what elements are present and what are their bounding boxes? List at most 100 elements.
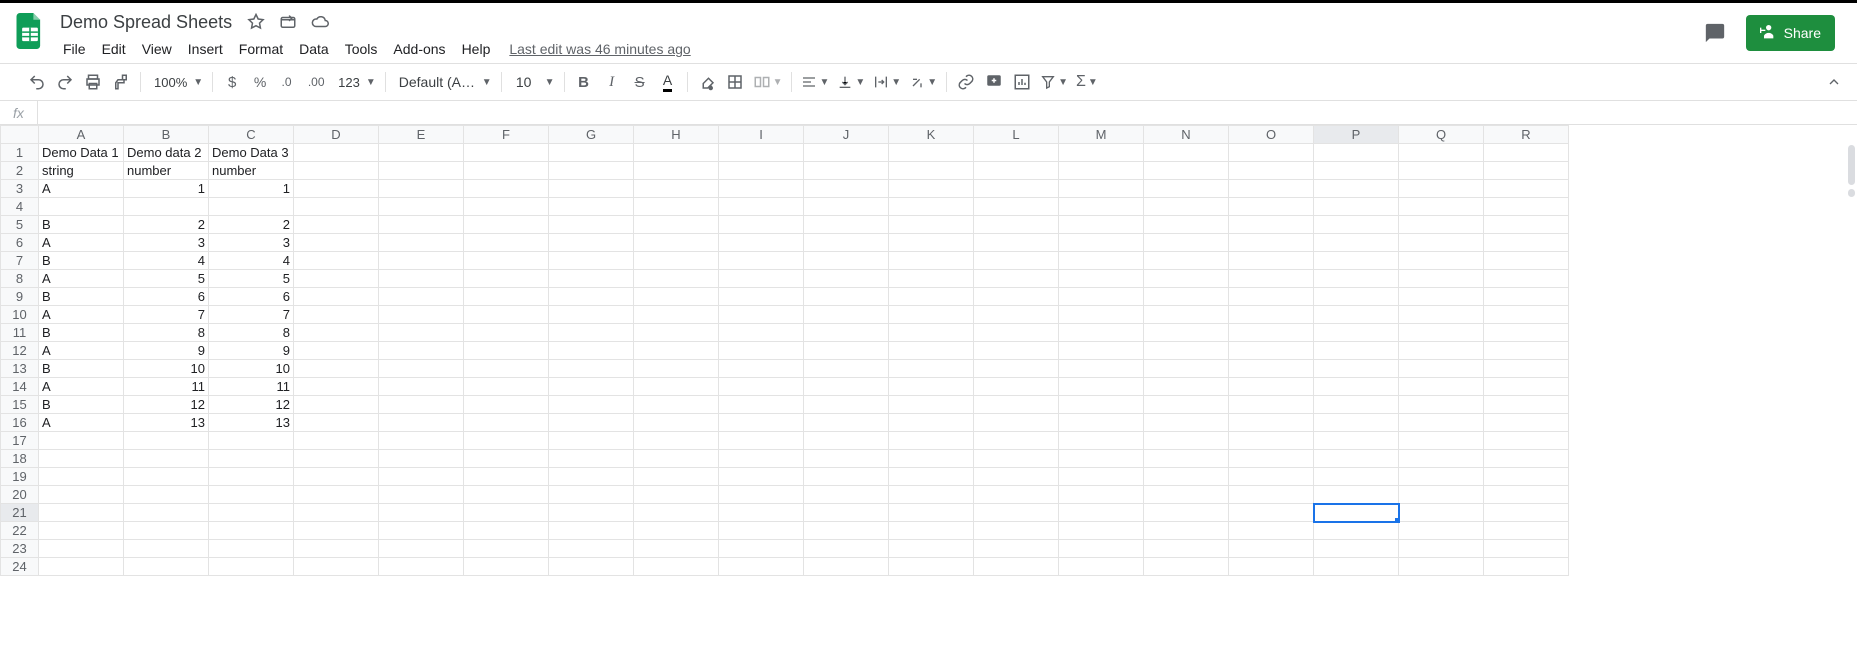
cell[interactable]	[1059, 396, 1144, 414]
cell[interactable]	[294, 540, 379, 558]
cell[interactable]	[1399, 234, 1484, 252]
column-header[interactable]: K	[889, 126, 974, 144]
cell[interactable]	[634, 450, 719, 468]
cell[interactable]	[1314, 180, 1399, 198]
cell[interactable]	[1484, 216, 1569, 234]
cell[interactable]	[974, 162, 1059, 180]
cell[interactable]	[1314, 414, 1399, 432]
cloud-status-icon[interactable]	[308, 10, 332, 34]
cell[interactable]	[634, 288, 719, 306]
cell[interactable]	[804, 306, 889, 324]
cell[interactable]	[1484, 414, 1569, 432]
redo-icon[interactable]	[52, 69, 78, 95]
cell[interactable]	[1484, 468, 1569, 486]
cell[interactable]: A	[39, 342, 124, 360]
cell[interactable]: 8	[209, 324, 294, 342]
cell[interactable]	[974, 198, 1059, 216]
cell[interactable]	[209, 450, 294, 468]
cell[interactable]	[39, 522, 124, 540]
cell[interactable]	[719, 378, 804, 396]
font-size-select[interactable]: 10▼	[508, 69, 558, 95]
cell[interactable]	[1229, 486, 1314, 504]
cell[interactable]	[1399, 324, 1484, 342]
cell[interactable]	[889, 144, 974, 162]
row-header[interactable]: 1	[1, 144, 39, 162]
cell[interactable]: 3	[124, 234, 209, 252]
cell[interactable]	[294, 486, 379, 504]
cell[interactable]: 8	[124, 324, 209, 342]
cell[interactable]	[974, 342, 1059, 360]
cell[interactable]	[1314, 540, 1399, 558]
cell[interactable]	[1399, 504, 1484, 522]
cell[interactable]	[124, 450, 209, 468]
cell[interactable]	[1144, 342, 1229, 360]
decrease-decimal-icon[interactable]: .0	[275, 69, 301, 95]
cell[interactable]	[1059, 504, 1144, 522]
row-header[interactable]: 3	[1, 180, 39, 198]
cell[interactable]	[549, 306, 634, 324]
cell[interactable]	[294, 558, 379, 576]
cell[interactable]	[1314, 378, 1399, 396]
cell[interactable]	[1229, 540, 1314, 558]
row-header[interactable]: 8	[1, 270, 39, 288]
row-header[interactable]: 20	[1, 486, 39, 504]
cell[interactable]	[1314, 432, 1399, 450]
cell[interactable]: 5	[209, 270, 294, 288]
cell[interactable]	[1399, 468, 1484, 486]
vertical-align-icon[interactable]: ▼	[834, 69, 868, 95]
cell[interactable]: Demo Data 3	[209, 144, 294, 162]
bold-icon[interactable]: B	[571, 69, 597, 95]
cell[interactable]	[1314, 288, 1399, 306]
format-currency-icon[interactable]: $	[219, 69, 245, 95]
cell[interactable]	[804, 342, 889, 360]
cell[interactable]: 10	[124, 360, 209, 378]
cell[interactable]	[719, 180, 804, 198]
collapse-toolbar-icon[interactable]	[1821, 69, 1847, 95]
cell[interactable]	[889, 486, 974, 504]
cell[interactable]	[719, 540, 804, 558]
cell[interactable]	[1229, 342, 1314, 360]
cell[interactable]	[294, 288, 379, 306]
cell[interactable]: 1	[209, 180, 294, 198]
cell[interactable]	[719, 306, 804, 324]
cell[interactable]	[634, 144, 719, 162]
cell[interactable]	[1229, 450, 1314, 468]
cell[interactable]	[549, 468, 634, 486]
cell[interactable]	[1229, 558, 1314, 576]
cell[interactable]	[1314, 216, 1399, 234]
font-select[interactable]: Default (Ari...▼	[392, 69, 495, 95]
cell[interactable]: Demo Data 1	[39, 144, 124, 162]
cell[interactable]	[294, 432, 379, 450]
cell[interactable]	[1229, 324, 1314, 342]
cell[interactable]	[549, 198, 634, 216]
cell[interactable]	[1229, 198, 1314, 216]
cell[interactable]	[1399, 360, 1484, 378]
cell[interactable]	[1484, 486, 1569, 504]
cell[interactable]	[889, 396, 974, 414]
cell[interactable]	[719, 450, 804, 468]
cell[interactable]	[1314, 504, 1399, 522]
cell[interactable]: 7	[124, 306, 209, 324]
cell[interactable]	[1059, 558, 1144, 576]
cell[interactable]	[209, 432, 294, 450]
cell[interactable]	[1399, 288, 1484, 306]
cell[interactable]: 2	[124, 216, 209, 234]
cell[interactable]	[1399, 270, 1484, 288]
row-header[interactable]: 15	[1, 396, 39, 414]
formula-input[interactable]	[38, 101, 1857, 124]
cell[interactable]	[1144, 270, 1229, 288]
cell[interactable]	[1484, 342, 1569, 360]
row-header[interactable]: 12	[1, 342, 39, 360]
cell[interactable]	[1484, 324, 1569, 342]
cell[interactable]	[889, 342, 974, 360]
cell[interactable]	[379, 396, 464, 414]
cell[interactable]: 4	[124, 252, 209, 270]
cell[interactable]	[209, 468, 294, 486]
column-header[interactable]: J	[804, 126, 889, 144]
cell[interactable]	[549, 324, 634, 342]
cell[interactable]	[719, 558, 804, 576]
cell[interactable]	[719, 432, 804, 450]
row-header[interactable]: 24	[1, 558, 39, 576]
cell[interactable]	[209, 198, 294, 216]
cell[interactable]	[124, 432, 209, 450]
